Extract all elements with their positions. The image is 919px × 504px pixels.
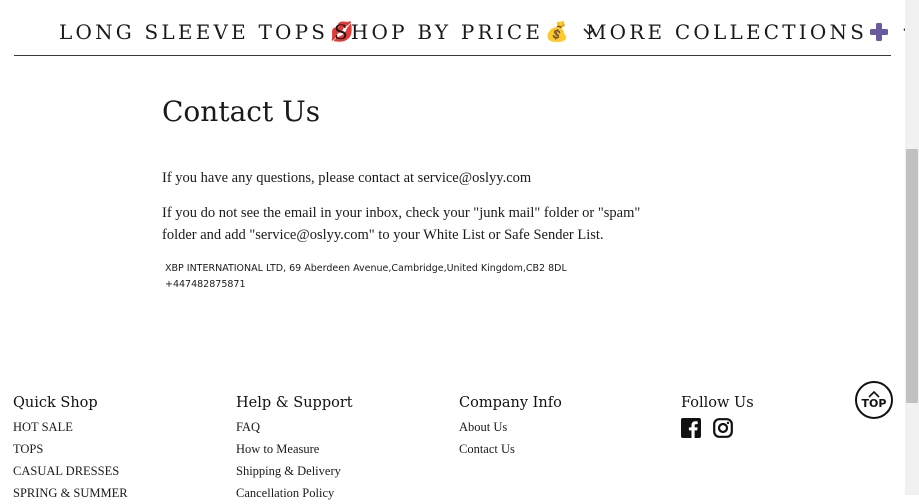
nav-item-label: LONG SLEEVE TOPS (59, 20, 329, 44)
footer-link-cancellation-policy[interactable]: Cancellation Policy (236, 482, 353, 504)
nav-item-label: SHOP BY PRICE (334, 20, 544, 44)
footer-link-tops[interactable]: TOPS (13, 438, 128, 460)
nav-item-shop-by-price[interactable]: SHOP BY PRICE 💰 (334, 16, 595, 48)
nav-item-more-collections[interactable]: MORE COLLECTIONS (586, 16, 915, 48)
back-to-top-button[interactable]: TOP (855, 381, 893, 419)
footer-company-info: Company Info About Us Contact Us (459, 392, 562, 460)
page-title: Contact Us (162, 95, 321, 128)
footer-link-about-us[interactable]: About Us (459, 416, 562, 438)
instagram-icon[interactable] (713, 418, 733, 438)
footer-link-hot-sale[interactable]: HOT SALE (13, 416, 128, 438)
footer-help-support: Help & Support FAQ How to Measure Shippi… (236, 392, 353, 504)
footer-link-contact-us[interactable]: Contact Us (459, 438, 562, 460)
footer-follow-us: Follow Us (681, 392, 754, 438)
footer-heading: Follow Us (681, 395, 754, 411)
footer-link-casual-dresses[interactable]: CASUAL DRESSES (13, 460, 128, 482)
facebook-icon[interactable] (681, 418, 701, 438)
footer-link-how-to-measure[interactable]: How to Measure (236, 438, 353, 460)
footer-heading: Quick Shop (13, 395, 98, 411)
footer-link-shipping-delivery[interactable]: Shipping & Delivery (236, 460, 353, 482)
company-phone: +447482875871 (165, 279, 246, 290)
footer-quick-shop: Quick Shop HOT SALE TOPS CASUAL DRESSES … (13, 392, 128, 504)
nav-item-label: MORE COLLECTIONS (586, 20, 868, 44)
top-navigation: LONG SLEEVE TOPS 💋 SHOP BY PRICE 💰 MORE … (0, 0, 915, 56)
footer-link-faq[interactable]: FAQ (236, 416, 353, 438)
money-bag-icon: 💰 (545, 21, 569, 43)
footer-link-spring-summer[interactable]: SPRING & SUMMER (13, 482, 128, 504)
footer-heading: Company Info (459, 395, 562, 411)
footer-heading: Help & Support (236, 395, 353, 411)
nav-item-long-sleeve-tops[interactable]: LONG SLEEVE TOPS 💋 (59, 16, 354, 48)
contact-line: If you have any questions, please contac… (162, 170, 532, 186)
back-to-top-label: TOP (861, 397, 887, 410)
plus-icon (870, 23, 889, 41)
company-address: XBP INTERNATIONAL LTD, 69 Aberdeen Avenu… (165, 263, 567, 274)
nav-divider (14, 55, 891, 56)
spam-note: If you do not see the email in your inbo… (162, 205, 641, 243)
scrollbar-thumb[interactable] (906, 149, 918, 403)
